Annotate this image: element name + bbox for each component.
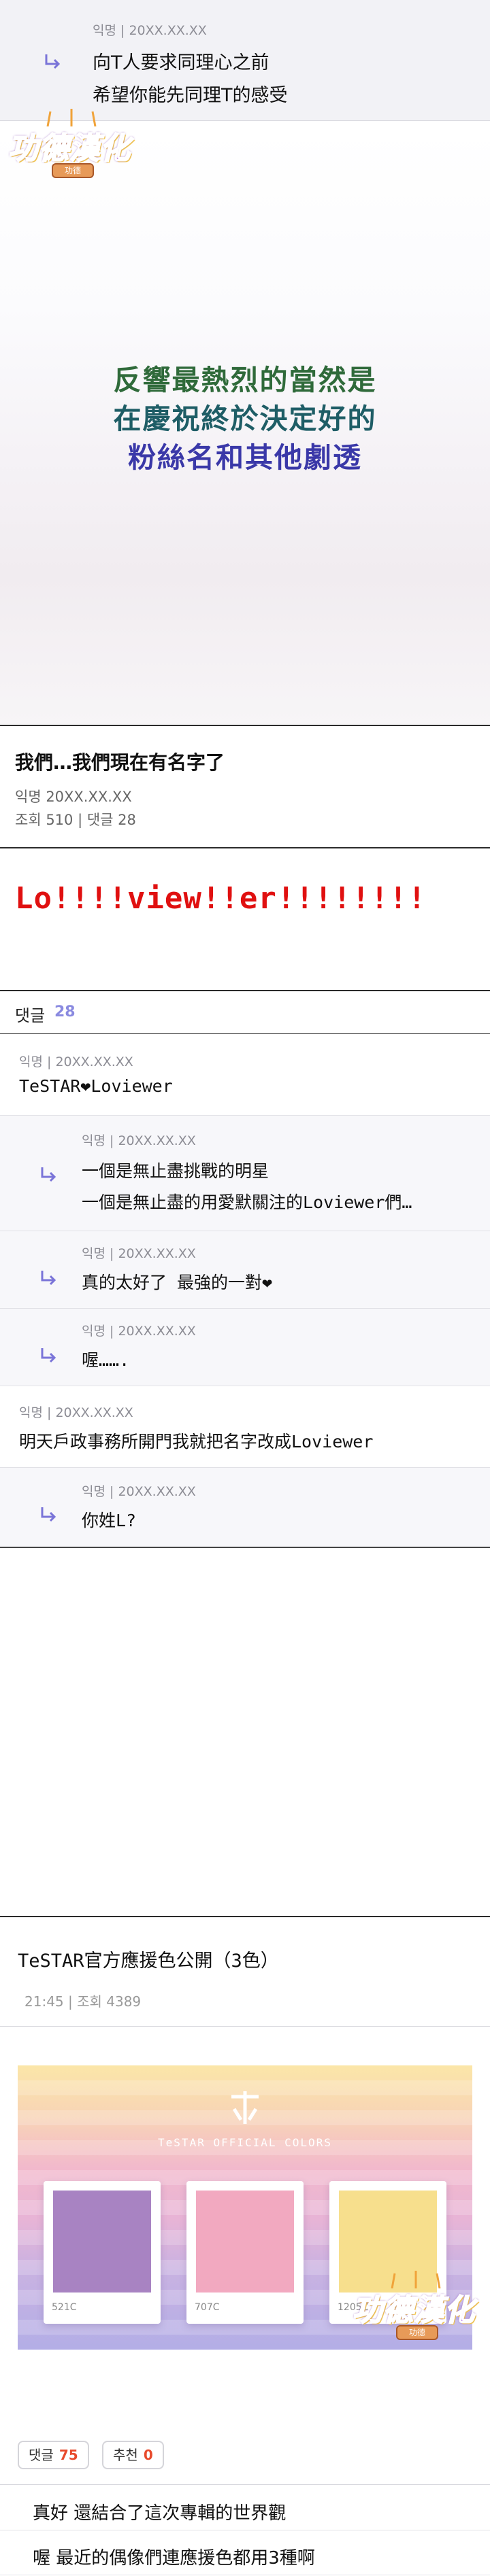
hero-text-line: 反響最熱烈的當然是: [113, 364, 377, 396]
comment-item[interactable]: 喔 最近的偶像們連應援色都用3種啊: [0, 2533, 490, 2575]
comment-text: 真好 還結合了這次專輯的世界觀: [33, 2503, 287, 2524]
hero-text-line: 粉絲名和其他劇透: [128, 441, 362, 474]
swatch-code: 707C: [195, 2302, 220, 2313]
color-swatch-pink: 707C: [186, 2181, 304, 2324]
scanlator-logo: 功德漢化 功德: [0, 109, 143, 184]
divider: [0, 847, 490, 848]
comment-text-line: 一個是無止盡挑戰的明星: [82, 1161, 270, 1181]
image-caption: TeSTAR OFFICIAL COLORS: [158, 2136, 332, 2149]
comment-text: 明天戶政事務所開門我就把名字改成Loviewer: [19, 1432, 374, 1452]
logo-badge: 功德: [52, 163, 94, 178]
comments-count-chip[interactable]: 댓글 75: [18, 2441, 89, 2469]
comments-count: 28: [54, 1003, 76, 1020]
divider: [0, 725, 490, 726]
reply-arrow-icon: [41, 1167, 56, 1182]
comment-meta: 익명 | 20XX.XX.XX: [19, 1054, 133, 1069]
article-title: TeSTAR官方應援色公開（3色）: [18, 1951, 279, 1972]
comment-text: 喔 最近的偶像們連應援色都用3種啊: [33, 2548, 315, 2569]
post-headline: Lo!!!!view!!er!!!!!!!!: [15, 881, 427, 916]
comment-reply-item[interactable]: 익명 | 20XX.XX.XX 真的太好了 最強的一對❤: [0, 1231, 490, 1309]
reply-arrow-icon: [41, 1271, 56, 1286]
chip-count: 0: [143, 2447, 153, 2463]
comment-reply-item[interactable]: 익명 | 20XX.XX.XX 喔…….: [0, 1309, 490, 1386]
color-swatch-purple: 521C: [44, 2181, 161, 2324]
comment-text-line: 一個是無止盡的用愛默關注的Loviewer們…: [82, 1192, 412, 1212]
divider: [0, 1916, 490, 1917]
comment-meta: 익명 | 20XX.XX.XX: [93, 23, 207, 38]
testar-logo-icon: [231, 2091, 259, 2124]
hero-banner: 反響最熱烈的當然是 在慶祝終於決定好的 粉絲名和其他劇透: [0, 129, 490, 724]
comment-meta: 익명 | 20XX.XX.XX: [82, 1133, 196, 1148]
comment-meta: 익명 | 20XX.XX.XX: [82, 1324, 196, 1339]
comment-meta: 익명 | 20XX.XX.XX: [82, 1246, 196, 1261]
logo-badge: 功德: [396, 2325, 438, 2340]
reply-arrow-icon: [45, 54, 61, 69]
reply-arrow-icon: [41, 1507, 56, 1522]
chip-count: 75: [59, 2447, 78, 2463]
logo-text: 功德漢化: [352, 2292, 475, 2329]
reply-arrow-icon: [41, 1348, 56, 1363]
comment-text: 你姓L?: [82, 1511, 137, 1530]
comments-header[interactable]: 댓글 28: [0, 991, 490, 1033]
comment-meta: 익명 | 20XX.XX.XX: [82, 1484, 196, 1499]
comment-text-line: 向T人要求同理心之前: [93, 52, 270, 73]
comment-item[interactable]: 真好 還結合了這次專輯的世界觀: [0, 2488, 490, 2530]
scanlator-logo: 功德漢化 功德: [344, 2271, 487, 2346]
article-meta: 21:45 | 조회 4389: [24, 1993, 142, 2010]
hero-text-line: 在慶祝終於決定好的: [113, 402, 377, 435]
post-author-date: 익명 20XX.XX.XX: [15, 789, 132, 805]
divider: [0, 2484, 490, 2485]
comment-reply-item[interactable]: 익명 | 20XX.XX.XX 一個是無止盡挑戰的明星 一個是無止盡的用愛默關注…: [0, 1116, 490, 1231]
comment-text: 真的太好了 最強的一對❤: [82, 1273, 273, 1292]
comment-reply-item[interactable]: 익명 | 20XX.XX.XX 你姓L?: [0, 1468, 490, 1548]
comment-text: 喔…….: [82, 1350, 130, 1370]
comment-text-line: 希望你能先同理T的感受: [93, 85, 288, 106]
recommend-chip[interactable]: 추천 0: [102, 2441, 164, 2469]
comment-item[interactable]: 익명 | 20XX.XX.XX TeSTAR❤Loviewer: [0, 1034, 490, 1116]
comments-label: 댓글: [15, 1006, 46, 1025]
post-title: 我們…我們現在有名字了: [15, 751, 225, 774]
top-reply-row: 익명 | 20XX.XX.XX 向T人要求同理心之前 希望你能先同理T的感受: [0, 0, 490, 121]
comment-meta: 익명 | 20XX.XX.XX: [19, 1405, 133, 1420]
chip-label: 추천: [113, 2447, 138, 2463]
logo-text: 功德漢化: [7, 131, 131, 167]
chip-label: 댓글: [29, 2447, 54, 2463]
comment-item[interactable]: 익명 | 20XX.XX.XX 明天戶政事務所開門我就把名字改成Loviewer: [0, 1386, 490, 1468]
divider: [0, 2026, 490, 2027]
swatch-code: 521C: [52, 2302, 77, 2313]
post-stats: 조회 510 | 댓글 28: [15, 812, 136, 828]
comment-text: TeSTAR❤Loviewer: [19, 1076, 173, 1096]
